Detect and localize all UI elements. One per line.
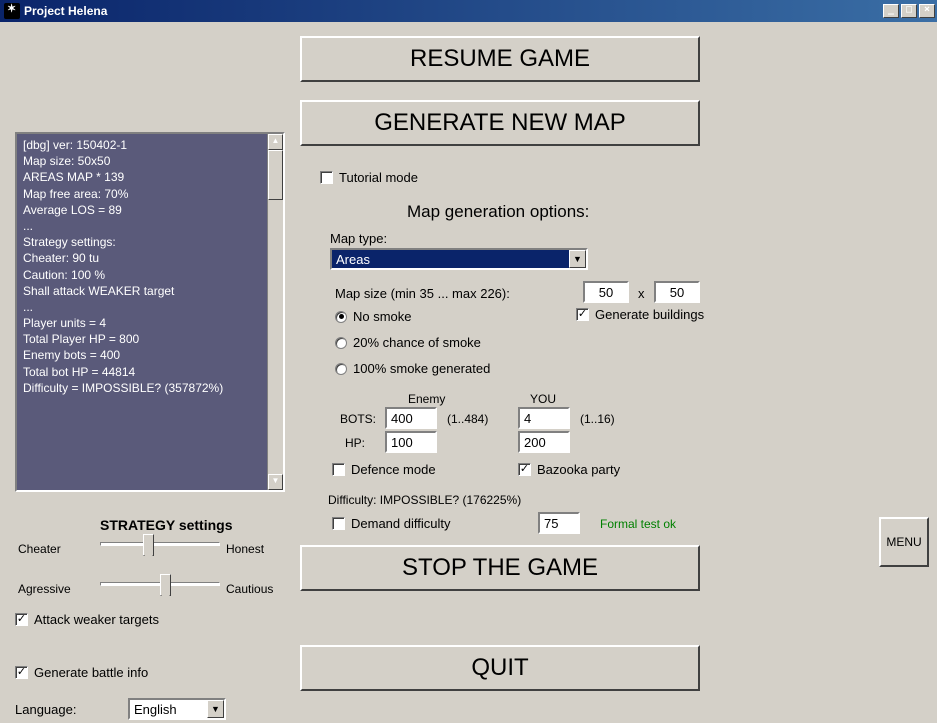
close-button[interactable]: × [919, 4, 935, 18]
bazooka-party-label: Bazooka party [537, 462, 620, 477]
strategy-heading: STRATEGY settings [100, 517, 233, 533]
smoke-none-radio[interactable]: No smoke [335, 309, 412, 324]
aggressive-cautious-slider[interactable] [100, 572, 220, 600]
scroll-thumb[interactable] [268, 150, 283, 200]
scroll-down-icon[interactable]: ▼ [268, 474, 283, 490]
you-bots-field[interactable]: 4 [518, 407, 570, 429]
radio-icon [335, 311, 347, 323]
map-size-x: x [638, 286, 645, 301]
enemy-col-label: Enemy [408, 392, 445, 406]
log-scrollbar[interactable]: ▲ ▼ [267, 134, 283, 490]
generate-battle-info-checkbox[interactable]: ✓ Generate battle info [15, 665, 148, 680]
map-size-label: Map size (min 35 ... max 226): [335, 286, 510, 301]
stop-game-button[interactable]: STOP THE GAME [300, 545, 700, 591]
map-type-value: Areas [336, 252, 370, 267]
menu-button[interactable]: MENU [879, 517, 929, 567]
defence-mode-label: Defence mode [351, 462, 436, 477]
generate-buildings-label: Generate buildings [595, 307, 704, 322]
checkbox-icon: ✓ [15, 666, 28, 679]
slider1-left-label: Cheater [18, 542, 61, 556]
generate-battle-info-label: Generate battle info [34, 665, 148, 680]
chevron-down-icon: ▼ [207, 700, 224, 718]
titlebar: Project Helena _ □ × [0, 0, 937, 22]
checkbox-icon: ✓ [518, 463, 531, 476]
radio-icon [335, 337, 347, 349]
quit-button[interactable]: QUIT [300, 645, 700, 691]
slider-thumb[interactable] [143, 534, 154, 556]
tutorial-checkbox[interactable]: Tutorial mode [320, 170, 418, 185]
bots-row-label: BOTS: [340, 412, 376, 426]
language-label: Language: [15, 702, 76, 717]
smoke-100-radio[interactable]: 100% smoke generated [335, 361, 490, 376]
smoke-none-label: No smoke [353, 309, 412, 324]
difficulty-line: Difficulty: IMPOSSIBLE? (176225%) [328, 493, 521, 507]
demand-difficulty-label: Demand difficulty [351, 516, 450, 531]
slider1-right-label: Honest [226, 542, 264, 556]
checkbox-icon [320, 171, 333, 184]
chevron-down-icon: ▼ [569, 250, 586, 268]
smoke-20-label: 20% chance of smoke [353, 335, 481, 350]
resume-game-button[interactable]: RESUME GAME [300, 36, 700, 82]
tutorial-label: Tutorial mode [339, 170, 418, 185]
language-value: English [134, 702, 177, 717]
slider2-right-label: Cautious [226, 582, 273, 596]
enemy-hp-field[interactable]: 100 [385, 431, 437, 453]
enemy-bots-range: (1..484) [447, 412, 488, 426]
map-type-label: Map type: [330, 231, 387, 246]
radio-icon [335, 363, 347, 375]
minimize-button[interactable]: _ [883, 4, 899, 18]
bazooka-party-checkbox[interactable]: ✓ Bazooka party [518, 462, 620, 477]
smoke-100-label: 100% smoke generated [353, 361, 490, 376]
mapgen-heading: Map generation options: [407, 202, 589, 222]
app-icon [4, 3, 20, 19]
attack-weaker-label: Attack weaker targets [34, 612, 159, 627]
cheater-honest-slider[interactable] [100, 532, 220, 560]
checkbox-icon: ✓ [576, 308, 589, 321]
smoke-20-radio[interactable]: 20% chance of smoke [335, 335, 481, 350]
checkbox-icon [332, 463, 345, 476]
attack-weaker-checkbox[interactable]: ✓ Attack weaker targets [15, 612, 159, 627]
window-title: Project Helena [24, 4, 107, 18]
hp-row-label: HP: [345, 436, 365, 450]
generate-map-button[interactable]: GENERATE NEW MAP [300, 100, 700, 146]
slider-thumb[interactable] [160, 574, 171, 596]
debug-log-text: [dbg] ver: 150402-1 Map size: 50x50 AREA… [17, 134, 267, 399]
scroll-up-icon[interactable]: ▲ [268, 134, 283, 150]
map-height-field[interactable]: 50 [654, 281, 700, 303]
defence-mode-checkbox[interactable]: Defence mode [332, 462, 436, 477]
generate-buildings-checkbox[interactable]: ✓ Generate buildings [576, 307, 704, 322]
enemy-bots-field[interactable]: 400 [385, 407, 437, 429]
debug-log: [dbg] ver: 150402-1 Map size: 50x50 AREA… [15, 132, 285, 492]
formal-test-status: Formal test ok [600, 517, 676, 531]
you-bots-range: (1..16) [580, 412, 615, 426]
demand-difficulty-field[interactable]: 75 [538, 512, 580, 534]
checkbox-icon: ✓ [15, 613, 28, 626]
language-dropdown[interactable]: English ▼ [128, 698, 226, 720]
map-type-dropdown[interactable]: Areas ▼ [330, 248, 588, 270]
slider2-left-label: Agressive [18, 582, 71, 596]
checkbox-icon [332, 517, 345, 530]
demand-difficulty-checkbox[interactable]: Demand difficulty [332, 516, 450, 531]
you-col-label: YOU [530, 392, 556, 406]
you-hp-field[interactable]: 200 [518, 431, 570, 453]
maximize-button[interactable]: □ [901, 4, 917, 18]
map-width-field[interactable]: 50 [583, 281, 629, 303]
